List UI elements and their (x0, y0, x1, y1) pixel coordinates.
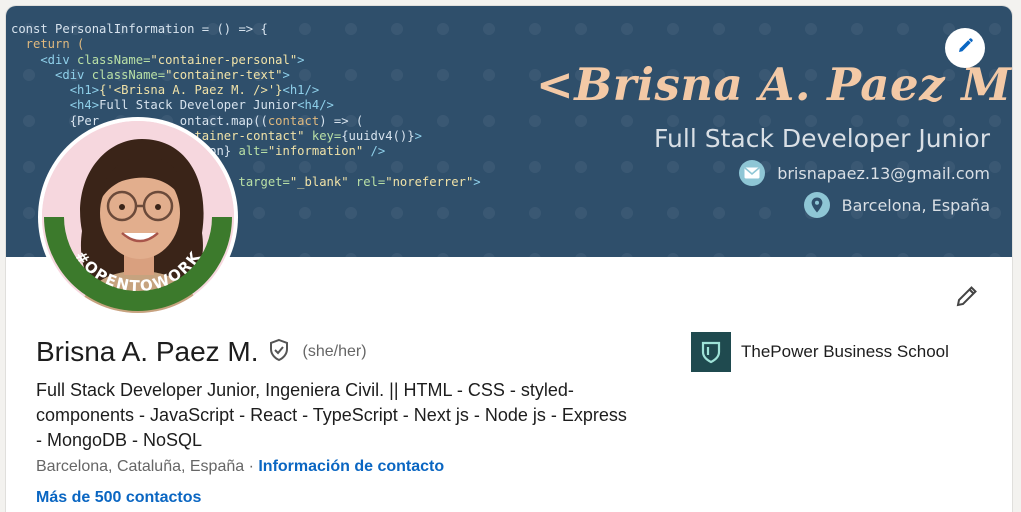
code-token: <h1/> (282, 83, 320, 98)
location-row: Barcelona, Cataluña, España · Informació… (36, 458, 444, 476)
code-token: alt= (231, 144, 268, 159)
code-token: <div (11, 52, 78, 67)
code-line: <div className="container-text"> (11, 68, 481, 83)
pencil-icon (954, 283, 980, 314)
avatar: #OPENTOWORK (42, 121, 234, 313)
separator-dot: · (244, 458, 259, 475)
code-line: return ( (11, 37, 481, 52)
code-token: Full Stack Developer Junior (99, 98, 298, 113)
edit-cover-button[interactable] (945, 28, 985, 68)
banner-email-row: brisnapaez.13@gmail.com (739, 160, 990, 186)
code-token: className= (77, 52, 151, 67)
code-token: "container-personal" (150, 52, 298, 67)
profile-card: const PersonalInformation = () => { retu… (6, 6, 1012, 512)
code-token: target= (231, 174, 290, 189)
code-line: <div className="container-personal"> (11, 53, 481, 68)
name-row: Brisna A. Paez M. (she/her) (36, 336, 367, 368)
code-token: contact (267, 113, 320, 128)
banner-title: <Brisna A. Paez M. /> (536, 58, 1012, 111)
verified-shield-icon[interactable] (267, 338, 291, 367)
code-token: "noreferrer" (385, 174, 474, 189)
code-token: return ( (11, 37, 85, 52)
profile-headline: Full Stack Developer Junior, Ingeniera C… (36, 380, 627, 450)
code-token: const PersonalInformation = () => { (11, 22, 268, 36)
code-token: "_blank" (289, 174, 349, 189)
code-token: "information" (267, 144, 364, 159)
code-line: <h1>{'<Brisna A. Paez M. />'}<h1/> (11, 83, 481, 98)
school-name: ThePower Business School (741, 342, 949, 361)
profile-photo[interactable]: #OPENTOWORK (38, 117, 238, 317)
code-token: > (473, 174, 481, 189)
code-line: const PersonalInformation = () => { (11, 22, 481, 37)
code-token: <h4/> (297, 98, 334, 113)
contact-info-link[interactable]: Información de contacto (258, 458, 444, 475)
code-token: rel= (348, 174, 386, 189)
education-item[interactable]: ThePower Business School (691, 332, 949, 372)
code-token: <h4> (11, 98, 100, 113)
pencil-icon (956, 37, 974, 60)
pronouns: (she/her) (302, 343, 367, 360)
banner-email: brisnapaez.13@gmail.com (777, 163, 990, 183)
mail-icon (739, 160, 766, 186)
code-token: "container-text" (165, 67, 283, 82)
code-token: /> (363, 144, 386, 159)
banner-role: Full Stack Developer Junior (654, 124, 990, 153)
school-logo-icon (691, 332, 731, 372)
connections-link[interactable]: Más de 500 contactos (36, 489, 201, 507)
code-token: > (414, 129, 422, 144)
code-token: ) => ( (319, 113, 364, 128)
profile-location: Barcelona, Cataluña, España (36, 458, 245, 475)
location-pin-icon (803, 192, 830, 218)
code-token: className= (91, 67, 166, 82)
banner-location: Barcelona, España (841, 195, 990, 215)
code-line: <h4>Full Stack Developer Junior<h4/> (11, 98, 481, 113)
code-token: > (282, 67, 290, 82)
code-token: > (297, 52, 305, 67)
code-token: <h1> (11, 83, 100, 98)
edit-intro-button[interactable] (950, 281, 984, 315)
code-token: {uuidv4()} (341, 129, 415, 144)
banner-location-row: Barcelona, España (803, 192, 990, 218)
code-token: {Per (11, 113, 100, 128)
code-line: {Per ontact.map((contact) => ( (11, 114, 481, 129)
code-token: <div (11, 67, 92, 82)
code-token: {'<Brisna A. Paez M. />'} (99, 83, 283, 98)
code-token: key= (304, 129, 342, 144)
profile-name: Brisna A. Paez M. (36, 336, 259, 367)
